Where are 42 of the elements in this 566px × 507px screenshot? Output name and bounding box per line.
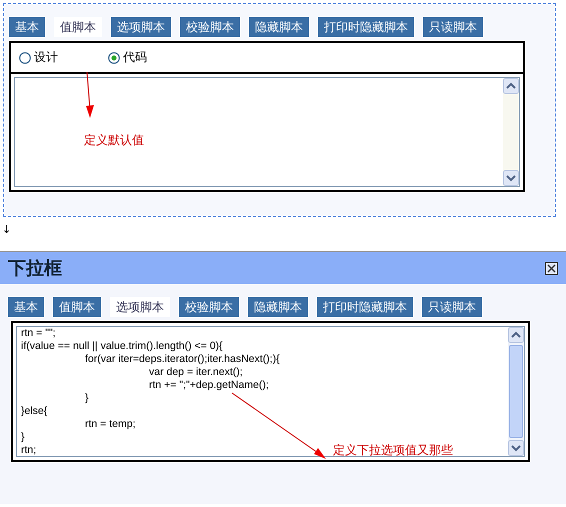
code-line: }else{ xyxy=(21,405,48,418)
tab[interactable]: 只读脚本 xyxy=(422,297,482,317)
radio-option[interactable]: 代码 xyxy=(108,49,147,66)
tab[interactable]: 选项脚本 xyxy=(111,17,171,37)
code-line: } xyxy=(21,431,25,444)
code-line: rtn = ""; xyxy=(21,327,56,340)
annotation-text: 定义下拉选项值又那些 xyxy=(333,442,453,459)
tab[interactable]: 值脚本 xyxy=(54,17,102,37)
scroll-down-icon[interactable] xyxy=(508,440,524,456)
scroll-up-icon[interactable] xyxy=(508,327,524,343)
close-icon[interactable] xyxy=(545,262,558,274)
tab[interactable]: 隐藏脚本 xyxy=(248,297,308,317)
scrollbar-thumb[interactable] xyxy=(509,345,523,438)
tab[interactable]: 基本 xyxy=(8,297,44,317)
code-line: var dep = iter.next(); xyxy=(148,366,243,379)
dialog-title: 下拉框 xyxy=(8,257,62,280)
tab[interactable]: 打印时隐藏脚本 xyxy=(317,297,413,317)
scrollbar[interactable] xyxy=(503,78,519,186)
scroll-up-icon[interactable] xyxy=(503,78,519,94)
radio-circle-icon[interactable] xyxy=(108,52,120,64)
scroll-down-icon[interactable] xyxy=(503,170,519,186)
code-line: if(value == null || value.trim().length() <= 0){ xyxy=(21,340,223,353)
code-line: for(var iter=deps.iterator();iter.hasNext();){ xyxy=(84,353,280,366)
annotation-arrow xyxy=(84,72,94,118)
tab[interactable]: 选项脚本 xyxy=(110,297,170,317)
code-line: rtn += ";"+dep.getName(); xyxy=(148,379,269,392)
tab[interactable]: 校验脚本 xyxy=(180,17,240,37)
annotation-text: 定义默认值 xyxy=(84,132,144,149)
tab[interactable]: 值脚本 xyxy=(53,297,101,317)
radio-option[interactable]: 设计 xyxy=(19,49,58,66)
tab[interactable]: 基本 xyxy=(9,17,45,37)
down-arrow-glyph: ↓ xyxy=(2,223,12,238)
code-line: rtn; xyxy=(21,444,36,457)
tab[interactable]: 隐藏脚本 xyxy=(249,17,309,37)
tab[interactable]: 打印时隐藏脚本 xyxy=(318,17,414,37)
radio-circle-icon[interactable] xyxy=(19,52,31,64)
code-line: rtn = temp; xyxy=(84,418,136,431)
tab[interactable]: 校验脚本 xyxy=(179,297,239,317)
script-textarea[interactable] xyxy=(14,77,520,187)
scrollbar[interactable] xyxy=(508,327,524,456)
tab[interactable]: 只读脚本 xyxy=(423,17,483,37)
code-line: } xyxy=(84,392,89,405)
